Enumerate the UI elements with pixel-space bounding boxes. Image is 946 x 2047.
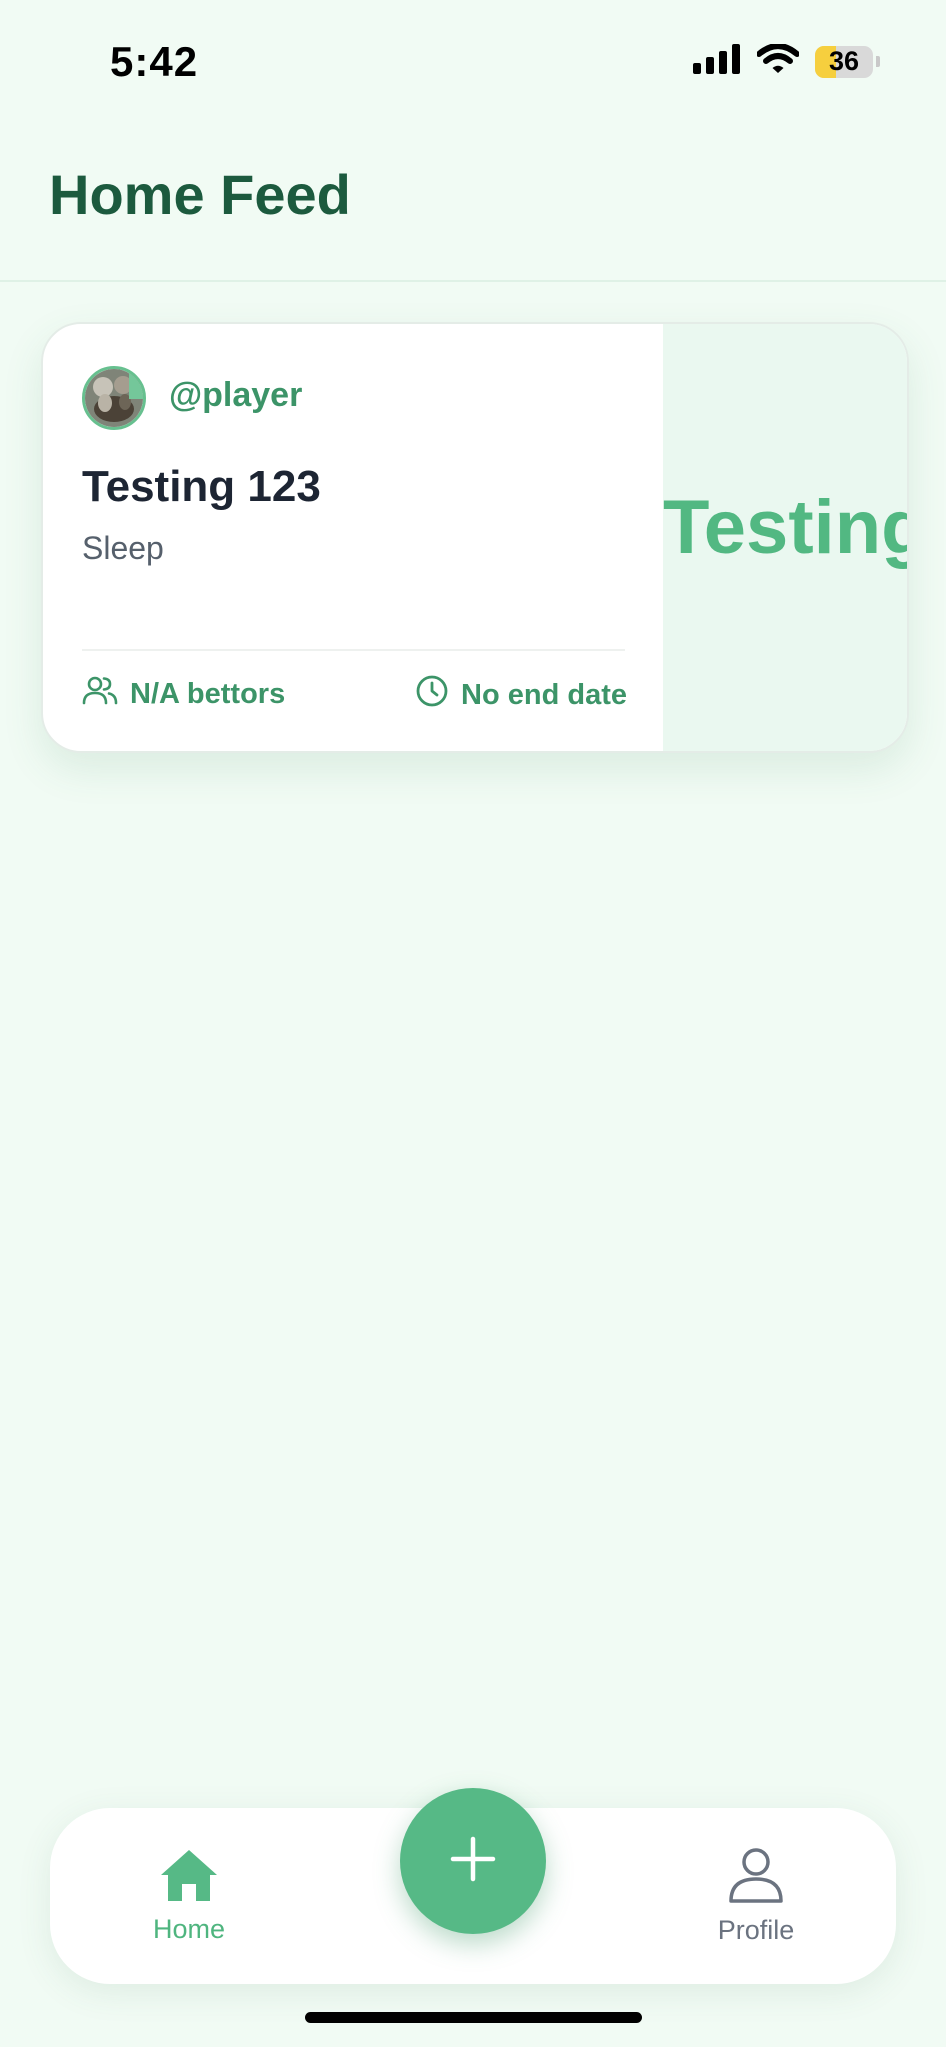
users-icon [82, 674, 118, 714]
nav-profile-tab[interactable]: Profile [646, 1808, 866, 1984]
battery-icon: 36 [815, 45, 873, 78]
side-panel-text: Testing [663, 485, 907, 570]
bet-category: Sleep [82, 530, 164, 566]
bettors-label: N/A bettors [130, 677, 286, 710]
page-title: Home Feed [49, 163, 351, 226]
home-indicator[interactable] [305, 2012, 642, 2023]
end-date-label: No end date [461, 678, 627, 711]
status-bar: 5:42 36 [0, 0, 946, 120]
bet-card[interactable]: @player Testing 123 Sleep N/A bettors No… [41, 322, 909, 753]
header-divider [0, 280, 946, 282]
nav-profile-label: Profile [717, 1915, 795, 1945]
cellular-signal-icon [693, 44, 741, 79]
bettors-count: N/A bettors [82, 674, 285, 714]
username[interactable]: @player [169, 376, 302, 415]
battery-level-text: 36 [828, 46, 860, 76]
bet-card-side-panel: Testing [663, 324, 907, 751]
person-icon [728, 1846, 784, 1909]
plus-icon [450, 1836, 496, 1887]
nav-home-tab[interactable]: Home [79, 1808, 299, 1984]
status-indicators: 36 [693, 43, 880, 79]
home-icon [158, 1847, 220, 1908]
bet-title: Testing 123 [82, 462, 321, 511]
clock-icon [415, 674, 449, 716]
battery-cap [876, 56, 880, 67]
end-date: No end date [415, 674, 627, 716]
avatar[interactable] [82, 366, 146, 430]
bet-card-content: @player Testing 123 Sleep N/A bettors No… [43, 324, 663, 751]
wifi-icon [756, 43, 800, 79]
card-divider [82, 649, 625, 651]
add-bet-button[interactable] [400, 1788, 546, 1934]
nav-home-label: Home [152, 1914, 226, 1944]
status-time: 5:42 [110, 38, 199, 85]
